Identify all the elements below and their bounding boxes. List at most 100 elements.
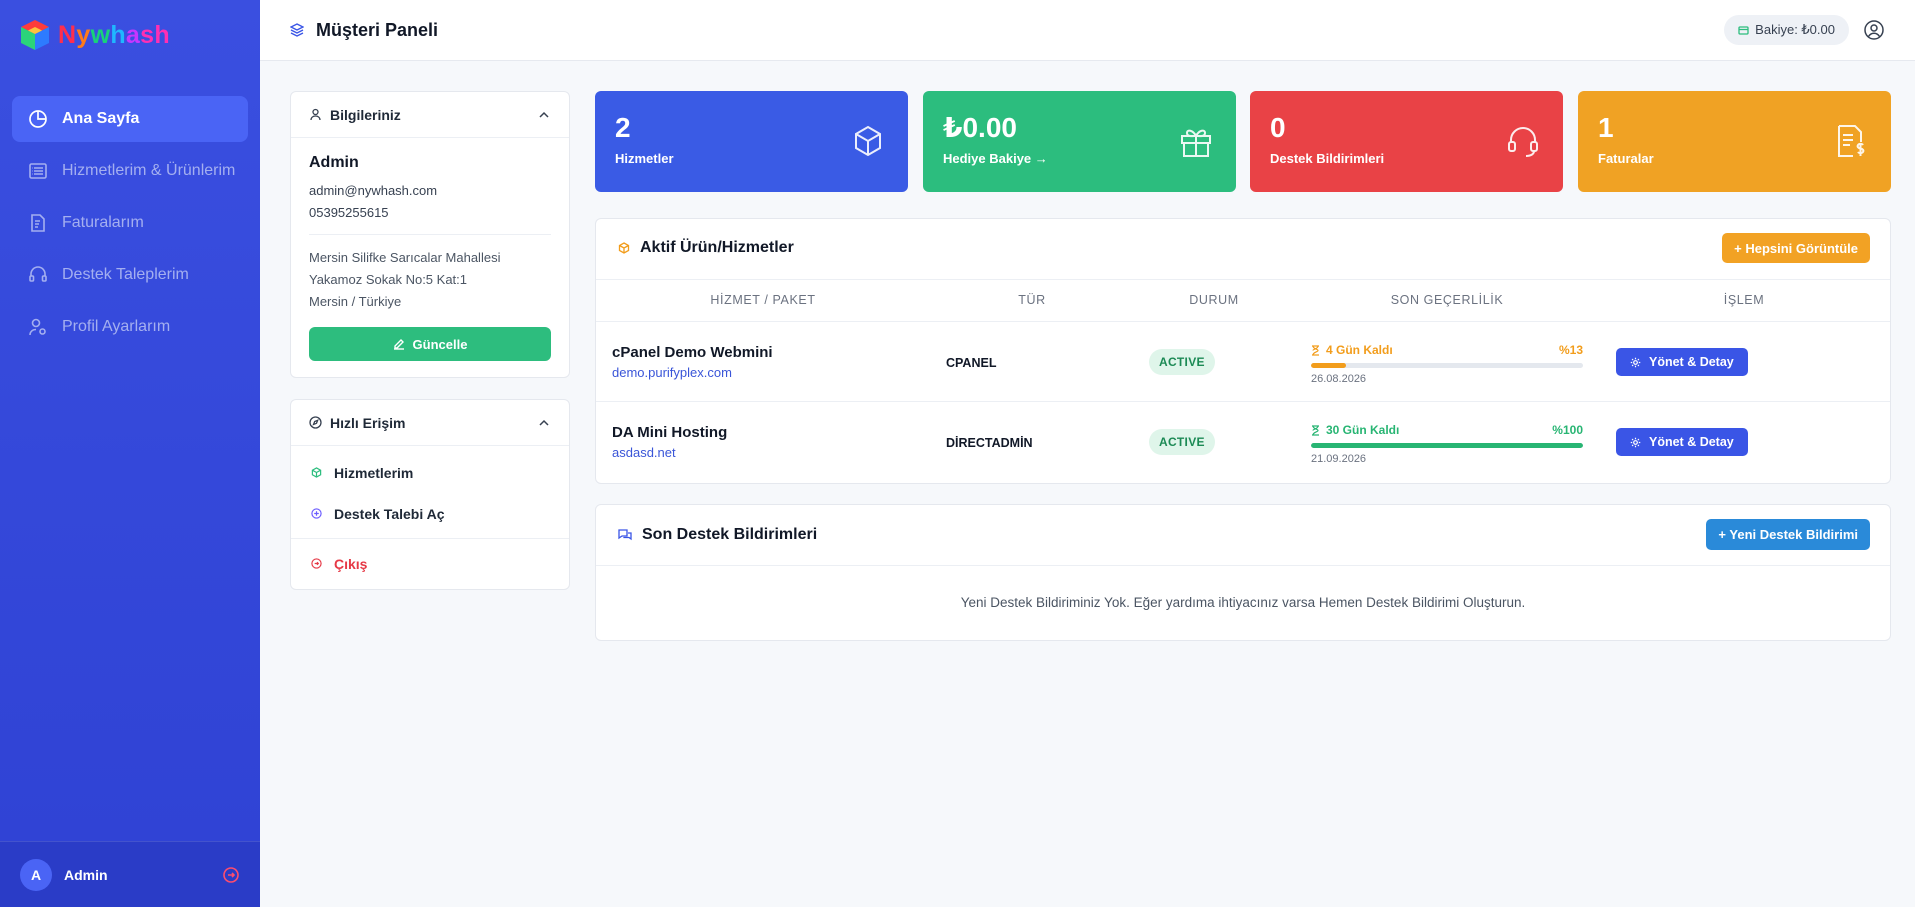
stat-card-hediye-bakiye[interactable]: ₺0.00 Hediye Bakiye →: [923, 91, 1236, 192]
days-remaining: 4 Gün Kaldı: [1326, 343, 1393, 357]
chevron-up-icon[interactable]: [537, 416, 551, 430]
wallet-icon: [1738, 25, 1749, 35]
table-row[interactable]: cPanel Demo Webmini demo.purifyplex.com …: [596, 322, 1890, 402]
stat-card-faturalar[interactable]: 1 Faturalar: [1578, 91, 1891, 192]
quick-link-hizmetlerim[interactable]: Hizmetlerim: [291, 452, 569, 493]
cube-icon: [618, 242, 630, 254]
gear-icon: [1630, 357, 1641, 367]
stat-label: Faturalar: [1598, 151, 1654, 166]
quick-link-label: Hizmetlerim: [334, 464, 414, 481]
invoice-dollar-icon: [1838, 125, 1865, 157]
hourglass-icon: [1312, 344, 1319, 356]
column-header: HİZMET / PAKET: [710, 293, 816, 307]
stat-value: 1: [1598, 112, 1614, 143]
days-remaining: 30 Gün Kaldı: [1326, 423, 1400, 437]
percent-label: %13: [1558, 343, 1583, 357]
manage-button[interactable]: Yönet & Detay: [1616, 428, 1748, 456]
new-support-ticket-button[interactable]: + Yeni Destek Bildirimi: [1706, 519, 1870, 550]
page-title: Müşteri Paneli: [290, 20, 438, 41]
sidebar: Nywhash Ana Sayfa Hizmetlerim & Ürünleri…: [0, 0, 260, 907]
address-line: Yakamoz Sokak No:5 Kat:1: [309, 272, 468, 287]
compass-icon: [309, 416, 322, 429]
avatar[interactable]: A: [20, 858, 52, 891]
stat-value: 0: [1270, 112, 1286, 143]
quick-access-header[interactable]: Hızlı Erişim: [291, 400, 569, 446]
page-title-text: Müşteri Paneli: [316, 19, 439, 40]
quick-link-label: Destek Talebi Aç: [334, 505, 445, 522]
topbar: Müşteri Paneli Bakiye: ₺0.00: [260, 0, 1915, 61]
sidebar-item-label: Faturalarım: [62, 214, 144, 231]
manage-button-label: Yönet & Detay: [1649, 355, 1734, 369]
user-name: Admin: [309, 154, 359, 171]
column-header: SON GEÇERLİLİK: [1390, 293, 1504, 307]
column-header: İŞLEM: [1723, 293, 1765, 307]
support-header: Son Destek Bildirimleri: [618, 526, 817, 544]
expiry-progress: 4 Gün Kaldı %13 26.08.2026: [1311, 343, 1583, 385]
active-products-panel: Aktif Ürün/Hizmetler + Hepsini Görüntüle…: [595, 218, 1891, 484]
expiry-date: 26.08.2026: [1311, 373, 1367, 385]
sidebar-item-label: Profil Ayarlarım: [62, 318, 171, 335]
cube-icon: [855, 125, 881, 157]
update-button[interactable]: Güncelle: [309, 327, 551, 361]
layers-icon: [290, 23, 304, 37]
sidebar-item-label: Destek Taleplerim: [62, 266, 189, 283]
progress-track: [1311, 363, 1583, 368]
gear-icon: [1630, 437, 1641, 447]
user-account-icon[interactable]: [1863, 19, 1885, 41]
service-name: cPanel Demo Webmini: [612, 344, 773, 361]
expiry-progress: 30 Gün Kaldı %100 21.09.2026: [1311, 423, 1583, 465]
gift-icon: [1181, 129, 1211, 157]
hourglass-icon: [1312, 424, 1319, 436]
status-badge: ACTIVE: [1149, 429, 1215, 455]
support-panel: Son Destek Bildirimleri + Yeni Destek Bi…: [595, 504, 1891, 641]
sidebar-item-label: Ana Sayfa: [62, 110, 140, 127]
sidebar-item-destek-taleplerim[interactable]: Destek Taleplerim: [12, 252, 248, 298]
brand[interactable]: Nywhash: [0, 0, 260, 70]
stat-card-hizmetler[interactable]: 2 Hizmetler: [595, 91, 908, 192]
sidebar-item-profil-ayarlarim[interactable]: Profil Ayarlarım: [12, 304, 248, 350]
active-products-header: Aktif Ürün/Hizmetler: [618, 239, 794, 257]
table-row[interactable]: DA Mini Hosting asdasd.net DİRECTADMİN A…: [596, 402, 1890, 482]
sidebar-item-hizmetlerim[interactable]: Hizmetlerim & Ürünlerim: [12, 148, 248, 194]
stat-label: Hediye Bakiye →: [943, 151, 1048, 166]
info-card-header[interactable]: Bilgileriniz: [291, 92, 569, 138]
empty-state-message: Yeni Destek Bildiriminiz Yok. Eğer yardı…: [960, 595, 1526, 610]
quick-link-destek-talebi[interactable]: Destek Talebi Aç: [291, 493, 569, 534]
sidebar-user-footer: A Admin: [0, 841, 260, 907]
invoice-icon: [31, 214, 45, 232]
status-badge: ACTIVE: [1149, 349, 1215, 375]
stat-label: Hizmetler: [615, 151, 674, 166]
manage-button[interactable]: Yönet & Detay: [1616, 348, 1748, 376]
active-products-title: Aktif Ürün/Hizmetler: [640, 239, 794, 256]
chevron-up-icon[interactable]: [537, 108, 551, 122]
progress-fill: [1311, 363, 1347, 368]
balance-pill[interactable]: Bakiye: ₺0.00: [1724, 15, 1849, 45]
stat-card-destek-bildirimleri[interactable]: 0 Destek Bildirimleri: [1250, 91, 1563, 192]
view-all-button[interactable]: + Hepsini Görüntüle: [1722, 233, 1870, 263]
info-card-title: Bilgileriniz: [330, 106, 401, 123]
service-domain-link[interactable]: demo.purifyplex.com: [612, 365, 773, 380]
pie-chart-icon: [29, 110, 47, 128]
sidebar-item-ana-sayfa[interactable]: Ana Sayfa: [12, 96, 248, 142]
sidebar-item-faturalarim[interactable]: Faturalarım: [12, 200, 248, 246]
quick-link-cikis[interactable]: Çıkış: [291, 543, 569, 584]
progress-fill: [1311, 443, 1583, 448]
percent-label: %100: [1552, 423, 1583, 437]
divider: [291, 538, 569, 539]
user-email: admin@nywhash.com: [309, 183, 438, 198]
manage-button-label: Yönet & Detay: [1649, 435, 1734, 449]
support-title: Son Destek Bildirimleri: [642, 526, 818, 543]
logout-icon[interactable]: [222, 866, 240, 884]
stat-value: ₺0.00: [943, 112, 1017, 143]
list-icon: [29, 163, 47, 179]
column-header: TÜR: [1018, 293, 1046, 307]
brand-name: Nywhash: [58, 20, 170, 49]
user-phone: 05395255615: [309, 205, 389, 220]
service-domain-link[interactable]: asdasd.net: [612, 445, 727, 460]
user-settings-icon: [29, 318, 46, 336]
sidebar-nav: Ana Sayfa Hizmetlerim & Ürünlerim Fatura…: [0, 96, 260, 350]
chat-bubbles-icon: [618, 528, 632, 540]
headset-icon: [29, 266, 47, 282]
service-name: DA Mini Hosting: [612, 424, 728, 441]
quick-access-card: Hızlı Erişim Hizmetlerim Destek Talebi A…: [290, 399, 570, 590]
